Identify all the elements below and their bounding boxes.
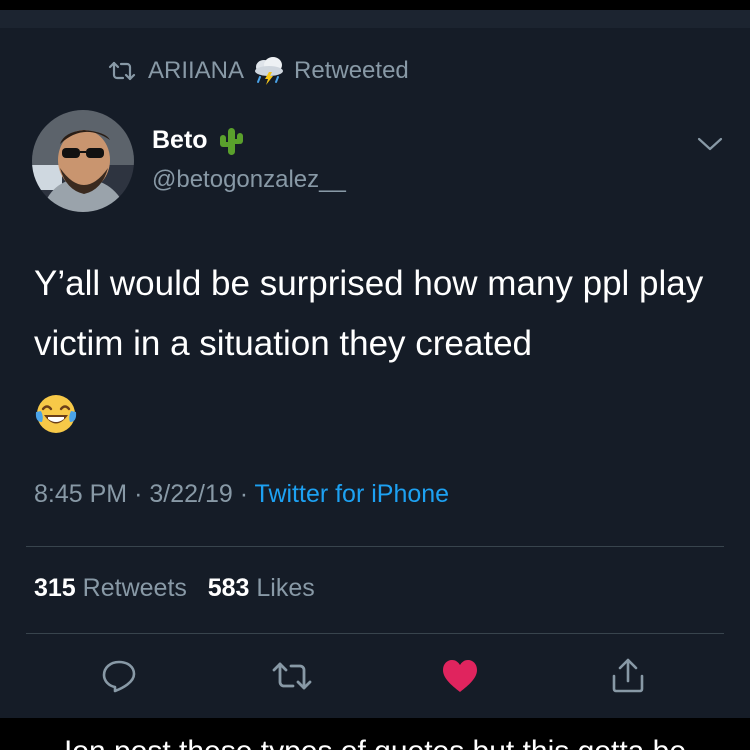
tweet-meta: 8:45 PM · 3/22/19 · Twitter for iPhone — [34, 480, 449, 509]
retweets-stat[interactable]: 315 Retweets — [34, 574, 187, 602]
face-with-tears-of-joy-icon — [35, 395, 77, 433]
likes-label: Likes — [256, 574, 315, 602]
share-icon — [612, 658, 644, 693]
heart-icon — [443, 660, 477, 692]
cloud-with-lightning-and-rain-icon — [255, 57, 284, 85]
caption-text: Ion post these types of quotes but this … — [0, 735, 750, 750]
retweets-label: Retweets — [82, 574, 187, 602]
cactus-icon — [219, 128, 243, 155]
previous-tweet-edge — [0, 10, 750, 28]
reply-button[interactable] — [99, 658, 139, 694]
meta-separator-2: · — [239, 480, 249, 508]
tweet-source-link[interactable]: Twitter for iPhone — [255, 480, 450, 508]
chevron-down-icon[interactable] — [697, 136, 723, 152]
retweets-count: 315 — [34, 574, 76, 602]
tweet-time[interactable]: 8:45 PM — [34, 480, 127, 508]
like-button[interactable] — [440, 658, 480, 694]
divider-bottom — [26, 633, 724, 634]
retweeted-by-user[interactable]: ARIIANA — [148, 57, 244, 85]
reply-icon — [102, 660, 136, 693]
author-name[interactable]: Beto — [152, 124, 244, 156]
tweet-card: ARIIANA Retweeted Beto @betogonzalez__ Y… — [0, 28, 750, 718]
author-name-text[interactable]: Beto — [152, 126, 208, 155]
tweet-date[interactable]: 3/22/19 — [149, 480, 232, 508]
retweeted-label: Retweeted — [294, 57, 409, 84]
tweet-stats: 315 Retweets 583 Likes — [34, 574, 315, 603]
retweet-icon — [272, 662, 312, 690]
author-handle[interactable]: @betogonzalez__ — [152, 166, 346, 194]
avatar[interactable] — [32, 110, 134, 212]
retweet-icon — [108, 61, 136, 81]
top-black-bar — [0, 0, 750, 10]
likes-count: 583 — [207, 574, 250, 602]
meta-separator-1: · — [134, 480, 143, 508]
tweet-text: Y’all would be surprised how many ppl pl… — [34, 264, 704, 363]
divider-top — [26, 546, 724, 547]
likes-stat[interactable]: 583 Likes — [208, 574, 315, 602]
retweet-button[interactable] — [268, 658, 316, 694]
share-button[interactable] — [608, 658, 648, 694]
retweeted-by-row[interactable]: ARIIANA Retweeted — [108, 56, 409, 86]
caption-bar: Ion post these types of quotes but this … — [0, 718, 750, 750]
